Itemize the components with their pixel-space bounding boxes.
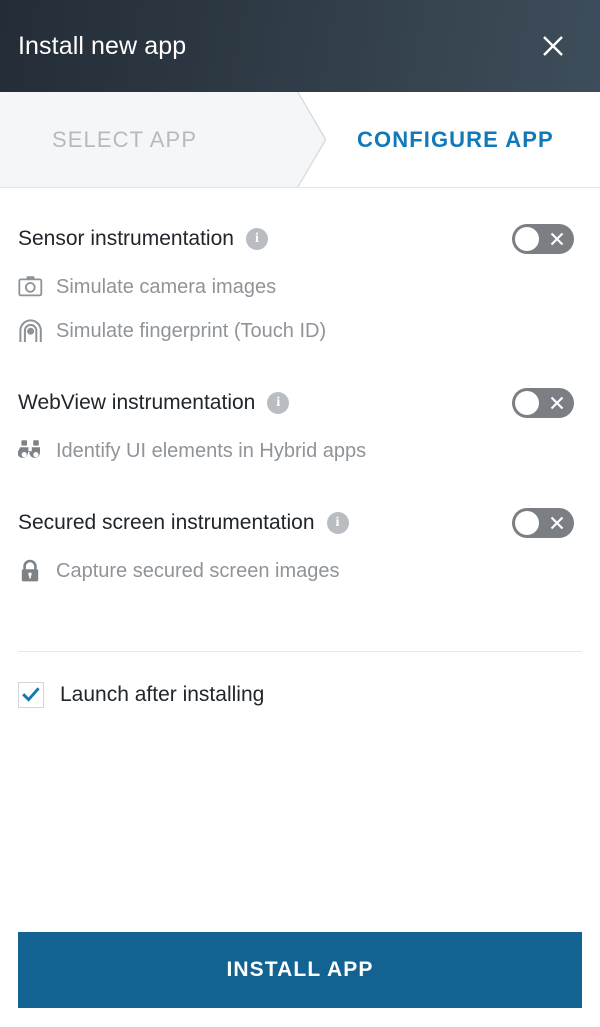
- option-identify-ui-elements[interactable]: Identify UI elements in Hybrid apps: [18, 429, 582, 473]
- tab-select-app-label: SELECT APP: [52, 126, 198, 152]
- install-app-button[interactable]: INSTALL APP: [18, 932, 582, 1008]
- option-simulate-fingerprint[interactable]: Simulate fingerprint (Touch ID): [18, 309, 582, 353]
- group-title: Sensor instrumentation: [18, 227, 234, 250]
- option-simulate-camera-images[interactable]: Simulate camera images: [18, 265, 582, 309]
- close-icon[interactable]: [532, 25, 574, 67]
- configure-app-panel: Sensor instrumentation i Simulate camera…: [0, 189, 600, 1027]
- install-new-app-dialog: Install new app SELECT APP CONFIGURE APP…: [0, 0, 600, 1027]
- toggle-secured-screen-instrumentation[interactable]: [512, 508, 574, 538]
- option-label: Simulate fingerprint (Touch ID): [56, 319, 327, 342]
- toggle-x-icon: [549, 224, 565, 254]
- wizard-tabbar: SELECT APP CONFIGURE APP: [0, 92, 600, 188]
- toggle-knob: [515, 391, 539, 415]
- tab-configure-app[interactable]: CONFIGURE APP: [326, 92, 600, 187]
- group-secured-screen-instrumentation: Secured screen instrumentation i Capture…: [18, 473, 582, 593]
- camera-icon: [18, 273, 44, 301]
- dialog-title: Install new app: [18, 31, 187, 60]
- group-title: Secured screen instrumentation: [18, 511, 315, 534]
- group-title: WebView instrumentation: [18, 391, 256, 414]
- info-icon[interactable]: i: [326, 512, 349, 534]
- option-label: Identify UI elements in Hybrid apps: [56, 439, 367, 462]
- group-sensor-instrumentation: Sensor instrumentation i Simulate camera…: [18, 189, 582, 353]
- toggle-webview-instrumentation[interactable]: [512, 388, 574, 418]
- group-header: WebView instrumentation i: [18, 377, 582, 429]
- checkbox-launch-after-installing[interactable]: Launch after installing: [18, 672, 582, 718]
- info-icon[interactable]: i: [245, 228, 268, 250]
- fingerprint-icon: [18, 317, 44, 345]
- option-label: Capture secured screen images: [56, 559, 340, 582]
- toggle-x-icon: [549, 388, 565, 418]
- group-header: Secured screen instrumentation i: [18, 497, 582, 549]
- tab-configure-app-label: CONFIGURE APP: [357, 126, 554, 152]
- binoculars-icon: [18, 437, 44, 465]
- toggle-sensor-instrumentation[interactable]: [512, 224, 574, 254]
- option-capture-secured-screen[interactable]: Capture secured screen images: [18, 549, 582, 593]
- group-header: Sensor instrumentation i: [18, 213, 582, 265]
- check-icon: [22, 687, 40, 702]
- option-label: Simulate camera images: [56, 275, 277, 298]
- info-icon[interactable]: i: [267, 392, 290, 414]
- toggle-knob: [515, 227, 539, 251]
- dialog-titlebar: Install new app: [0, 0, 600, 92]
- tab-select-app[interactable]: SELECT APP: [0, 92, 326, 187]
- checkbox-label: Launch after installing: [60, 683, 265, 706]
- checkbox-box[interactable]: [18, 682, 44, 708]
- toggle-x-icon: [549, 508, 565, 538]
- toggle-knob: [515, 511, 539, 535]
- group-webview-instrumentation: WebView instrumentation i Identify UI el…: [18, 353, 582, 473]
- lock-icon: [18, 557, 44, 585]
